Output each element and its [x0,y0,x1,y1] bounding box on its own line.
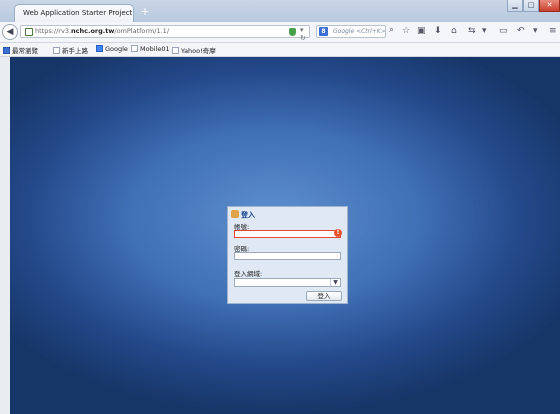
search-input[interactable]: Google <Ctrl+K> [333,28,386,35]
account-field[interactable] [234,230,341,238]
menu-icon[interactable]: ≡ [549,26,557,36]
more-chevron-icon[interactable]: ▾ [533,26,538,36]
page-icon [131,45,138,52]
bookmark-star-icon[interactable]: ☆ [402,26,410,36]
folder-icon [3,47,10,54]
url-text: https://rv3.nchc.org.tw/omPlatform/1.1/ [35,27,170,35]
download-icon[interactable]: ⬇ [434,26,442,36]
minimize-button[interactable]: ▁ [507,0,523,12]
reload-icon[interactable]: ▾ ↻ [300,26,309,42]
domain-label: 登入網域: [234,270,263,278]
page-left-gutter [0,57,10,414]
google-icon [96,45,103,52]
domain-select[interactable]: ▼ [234,278,341,287]
search-bar[interactable]: 8 Google <Ctrl+K> [316,25,386,38]
lock-icon [25,28,33,36]
navigation-bar: ◀ https://rv3.nchc.org.tw/omPlatform/1.1… [0,22,560,43]
bookmark-google[interactable]: Google [96,45,128,53]
shield-icon[interactable] [289,28,296,36]
bookmark-yahoo[interactable]: Yahoo!奇摩 [172,45,216,55]
search-icon[interactable]: ⌕ [389,25,394,35]
login-button[interactable]: 登入 [306,291,342,301]
chevron-down-icon[interactable]: ▼ [330,279,340,286]
bookmark-most-visited[interactable]: 最常瀏覽 [3,45,38,55]
bookmark-getting-started[interactable]: 新手上路 [53,45,88,55]
title-bar: Web Application Starter Project + ▁ □ ✕ [0,0,560,22]
close-window-button[interactable]: ✕ [539,0,560,12]
maximize-button[interactable]: □ [523,0,539,12]
sync-icon[interactable]: ⇆ [468,26,476,36]
login-header: 登入 [231,210,255,220]
password-field[interactable] [234,252,341,260]
reading-list-icon[interactable]: ▣ [417,26,426,36]
chevron-down-icon[interactable]: ▾ [482,26,487,36]
search-engine-icon[interactable]: 8 [319,27,328,36]
page-icon [172,47,179,54]
browser-tab[interactable]: Web Application Starter Project [14,4,134,22]
login-title: 登入 [241,211,255,219]
error-icon: ! [334,229,342,237]
new-tab-button[interactable]: + [138,6,152,18]
bookmark-mobile01[interactable]: Mobile01 [131,45,170,53]
url-bar[interactable]: https://rv3.nchc.org.tw/omPlatform/1.1/ … [20,25,310,42]
back-button[interactable]: ◀ [2,24,18,40]
page-icon [53,47,60,54]
undo-icon[interactable]: ↶ [517,26,525,36]
tab-title: Web Application Starter Project [23,9,133,17]
chat-icon[interactable]: ▭ [499,26,508,36]
bookmarks-bar: 最常瀏覽 新手上路 Google Mobile01 Yahoo!奇摩 [0,43,560,57]
back-arrow-icon: ◀ [6,27,14,37]
home-icon[interactable]: ⌂ [451,26,457,36]
login-dialog: 登入 帳號: 密碼: 登入網域: ▼ 登入 [227,206,348,304]
user-group-icon [231,210,239,218]
